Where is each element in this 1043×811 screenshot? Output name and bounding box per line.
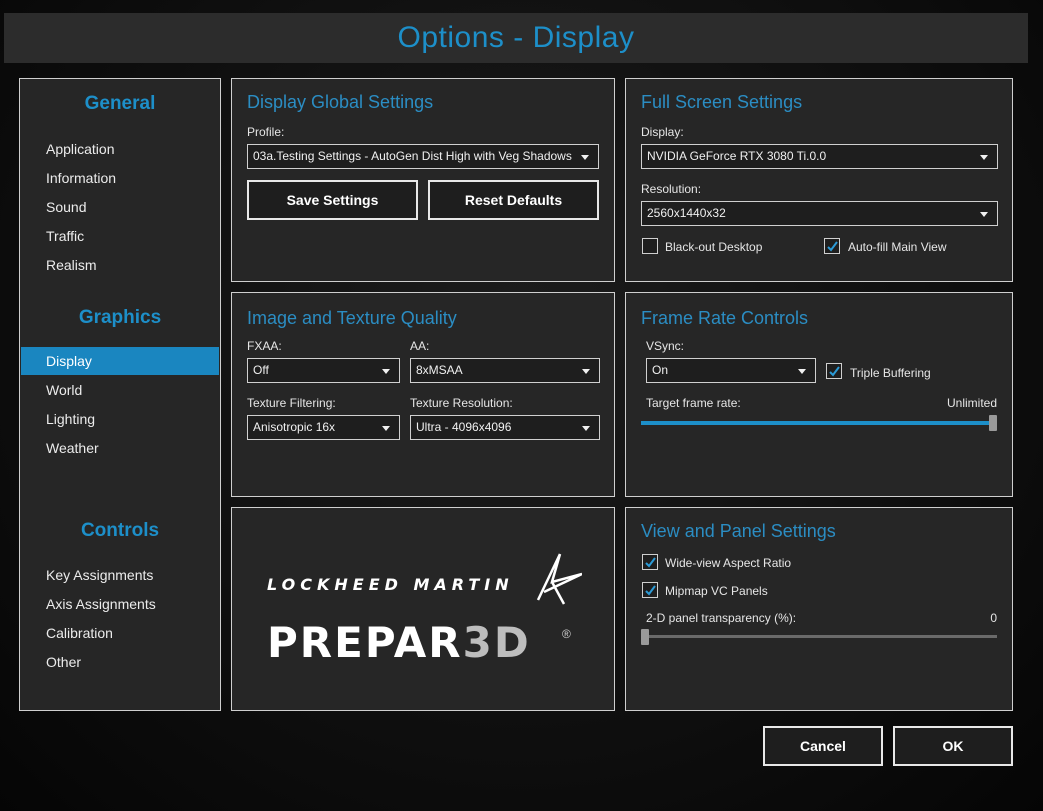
target-frame-rate-slider-track[interactable]	[641, 421, 997, 425]
view-panel-settings-panel: View and Panel Settings Wide-view Aspect…	[625, 507, 1013, 711]
display-label: Display:	[641, 125, 684, 139]
sidebar-item-axis-assignments[interactable]: Axis Assignments	[21, 590, 219, 618]
vsync-label: VSync:	[646, 339, 685, 353]
checkmark-icon	[827, 241, 838, 252]
autofill-main-view-label: Auto-fill Main View	[848, 240, 947, 254]
registered-mark: ®	[562, 627, 571, 641]
vsync-select-value: On	[652, 363, 669, 377]
sidebar-item-application[interactable]: Application	[21, 135, 219, 163]
reset-defaults-button[interactable]: Reset Defaults	[428, 180, 599, 220]
window-title: Options - Display	[397, 21, 635, 54]
vsync-select[interactable]: On	[646, 358, 816, 383]
chevron-down-icon	[382, 369, 390, 374]
frame-rate-controls-panel: Frame Rate Controls VSync: On Triple Buf…	[625, 292, 1013, 497]
blackout-desktop-checkbox[interactable]	[642, 238, 658, 254]
display-global-settings-panel: Display Global Settings Profile: 03a.Tes…	[231, 78, 615, 282]
section-title-general: General	[84, 93, 156, 114]
texture-resolution-select[interactable]: Ultra - 4096x4096	[410, 415, 600, 440]
lockheed-star-icon	[536, 553, 582, 605]
profile-label: Profile:	[247, 125, 285, 139]
target-frame-rate-label: Target frame rate:	[646, 396, 741, 410]
texture-resolution-label: Texture Resolution:	[410, 396, 513, 410]
cancel-button[interactable]: Cancel	[763, 726, 883, 766]
aa-select[interactable]: 8xMSAA	[410, 358, 600, 383]
sidebar-item-lighting[interactable]: Lighting	[21, 405, 219, 433]
sidebar-item-traffic[interactable]: Traffic	[21, 222, 219, 250]
sidebar-item-weather[interactable]: Weather	[21, 434, 219, 462]
display-select-value: NVIDIA GeForce RTX 3080 Ti.0.0	[647, 149, 827, 163]
blackout-desktop-label: Black-out Desktop	[665, 240, 763, 254]
full-screen-settings-panel: Full Screen Settings Display: NVIDIA GeF…	[625, 78, 1013, 282]
aa-label: AA:	[410, 339, 430, 353]
group-title: Display Global Settings	[247, 92, 434, 112]
resolution-label: Resolution:	[641, 182, 702, 196]
chevron-down-icon	[980, 212, 988, 217]
checkmark-icon	[645, 557, 656, 568]
panel-transparency-slider-thumb[interactable]	[641, 629, 649, 645]
chevron-down-icon	[980, 155, 988, 160]
target-frame-rate-value: Unlimited	[946, 396, 997, 410]
wide-view-aspect-label: Wide-view Aspect Ratio	[665, 556, 792, 570]
section-title-controls: Controls	[80, 520, 160, 541]
profile-select[interactable]: 03a.Testing Settings - AutoGen Dist High…	[247, 144, 599, 169]
lockheed-martin-logo-text: LOCKHEED MARTIN	[267, 575, 514, 594]
texture-filtering-label: Texture Filtering:	[247, 396, 336, 410]
sidebar-item-information[interactable]: Information	[21, 164, 219, 192]
aa-select-value: 8xMSAA	[416, 363, 463, 377]
save-settings-button[interactable]: Save Settings	[247, 180, 418, 220]
sidebar-item-realism[interactable]: Realism	[21, 251, 219, 279]
group-title: View and Panel Settings	[641, 521, 836, 541]
resolution-select[interactable]: 2560x1440x32	[641, 201, 998, 226]
panel-transparency-value: 0	[990, 611, 997, 625]
sidebar-item-display[interactable]: Display	[21, 347, 219, 375]
chevron-down-icon	[798, 369, 806, 374]
prepar3d-logo-suffix: 3D	[462, 618, 531, 667]
sidebar-item-other[interactable]: Other	[21, 648, 219, 676]
texture-filtering-select[interactable]: Anisotropic 16x	[247, 415, 400, 440]
panel-transparency-slider-track[interactable]	[641, 635, 997, 638]
texture-filtering-select-value: Anisotropic 16x	[253, 420, 336, 434]
checkmark-icon	[829, 366, 840, 377]
group-title: Image and Texture Quality	[247, 308, 457, 328]
fxaa-select-value: Off	[253, 363, 269, 377]
triple-buffering-label: Triple Buffering	[850, 366, 931, 380]
triple-buffering-checkbox[interactable]	[826, 363, 842, 379]
sidebar-item-world[interactable]: World	[21, 376, 219, 404]
fxaa-label: FXAA:	[247, 339, 282, 353]
title-bar: Options - Display	[4, 13, 1028, 63]
mipmap-vc-panels-checkbox[interactable]	[642, 582, 658, 598]
chevron-down-icon	[582, 426, 590, 431]
sidebar: General Application Information Sound Tr…	[19, 78, 221, 711]
sidebar-item-sound[interactable]: Sound	[21, 193, 219, 221]
target-frame-rate-slider-thumb[interactable]	[989, 415, 997, 431]
texture-resolution-select-value: Ultra - 4096x4096	[416, 420, 512, 434]
sidebar-item-calibration[interactable]: Calibration	[21, 619, 219, 647]
panel-transparency-label: 2-D panel transparency (%):	[646, 611, 797, 625]
section-title-graphics: Graphics	[78, 307, 162, 328]
autofill-main-view-checkbox[interactable]	[824, 238, 840, 254]
ok-button[interactable]: OK	[893, 726, 1013, 766]
sidebar-item-key-assignments[interactable]: Key Assignments	[21, 561, 219, 589]
slider-fill	[641, 421, 997, 425]
group-title: Full Screen Settings	[641, 92, 803, 112]
resolution-select-value: 2560x1440x32	[647, 206, 726, 220]
group-title: Frame Rate Controls	[641, 308, 809, 328]
chevron-down-icon	[582, 369, 590, 374]
chevron-down-icon	[581, 155, 589, 160]
image-texture-quality-panel: Image and Texture Quality FXAA: Off AA: …	[231, 292, 615, 497]
branding-panel: LOCKHEED MARTIN PREPAR3D ®	[231, 507, 615, 711]
fxaa-select[interactable]: Off	[247, 358, 400, 383]
checkmark-icon	[645, 585, 656, 596]
mipmap-vc-panels-label: Mipmap VC Panels	[665, 584, 768, 598]
display-select[interactable]: NVIDIA GeForce RTX 3080 Ti.0.0	[641, 144, 998, 169]
chevron-down-icon	[382, 426, 390, 431]
prepar3d-logo-prefix: PREPAR	[267, 618, 463, 667]
profile-select-value: 03a.Testing Settings - AutoGen Dist High…	[253, 149, 572, 163]
wide-view-aspect-checkbox[interactable]	[642, 554, 658, 570]
prepar3d-logo-text: PREPAR3D	[267, 618, 531, 667]
